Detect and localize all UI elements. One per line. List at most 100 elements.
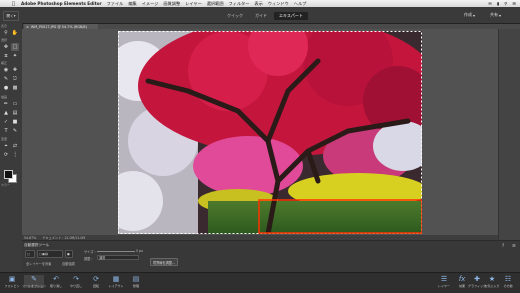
menu-help[interactable]: ヘルプ — [294, 1, 307, 7]
menu-file[interactable]: ファイル — [107, 1, 124, 7]
document-tab[interactable]: × WM_P0017.JPG @ 54.7% (RGB/8) — [24, 24, 98, 29]
crop-tool-icon[interactable]: ⌖ — [2, 142, 10, 150]
tab-guided[interactable]: ガイド — [250, 12, 272, 20]
section-view: 表示 — [1, 24, 8, 28]
app-name-menu[interactable]: Adobe Photoshop Elements Editor — [21, 1, 102, 6]
sponge-tool-icon[interactable]: ▩ — [11, 84, 19, 92]
clone-stamp-tool-icon[interactable]: ⎋ — [11, 75, 19, 83]
brush-tool-icon[interactable]: ✏ — [2, 100, 10, 108]
spot-heal-tool-icon[interactable]: ✚ — [11, 66, 19, 74]
layers-icon: ☰ — [440, 275, 448, 283]
rotate-button[interactable]: ⟳ 回転 — [86, 275, 106, 288]
document-title: WM_P0017.JPG @ 54.7% (RGB/8) — [30, 24, 87, 29]
menu-view[interactable]: 表示 — [254, 1, 262, 7]
redo-icon: ↷ — [73, 275, 79, 283]
new-selection-icon[interactable]: □ — [25, 250, 35, 258]
create-button[interactable]: 作成 ▾ — [464, 11, 484, 19]
chevron-down-icon: ▾ — [13, 14, 16, 18]
mode-tabs: クイック ガイド エキスパート — [222, 12, 308, 20]
wifi-icon[interactable]: ☵ — [488, 1, 492, 6]
create-label: 作成 — [464, 12, 472, 17]
smart-brush-tool-icon[interactable]: ✎ — [2, 75, 10, 83]
menu-select[interactable]: 選択範囲 — [207, 1, 224, 7]
tab-expert[interactable]: エキスパート — [274, 12, 308, 20]
tool-options-label: ツールオプション — [22, 284, 47, 288]
menu-enhance[interactable]: 画質調整 — [163, 1, 180, 7]
eye-tool-icon[interactable]: ◉ — [2, 66, 10, 74]
menu-edit[interactable]: 編集 — [128, 1, 136, 7]
undo-icon: ↶ — [53, 275, 59, 283]
sample-all-layers-label[interactable]: 全レイヤーを対象 — [26, 261, 51, 266]
chevron-down-icon: ▾ — [499, 12, 502, 18]
straighten-tool-icon[interactable]: ┊ — [11, 151, 19, 159]
size-slider[interactable] — [97, 251, 135, 252]
section-modify: 変更 — [1, 137, 8, 141]
photo-canvas[interactable] — [118, 31, 422, 234]
fx-icon: fx — [458, 275, 466, 283]
layout-icon: ▦ — [112, 275, 120, 283]
lasso-tool-icon[interactable]: ⧖ — [2, 52, 10, 60]
tool-options-panel: 自動選択ツール □ □▣▤ ● 全レイヤーを対象 自動強調 サイズ : 5 px… — [22, 240, 520, 273]
size-value[interactable]: 5 px — [136, 249, 143, 253]
blur-tool-icon[interactable]: ● — [2, 84, 10, 92]
size-label: サイズ : — [84, 250, 96, 254]
content-move-tool-icon[interactable]: ⟳ — [2, 151, 10, 159]
mode-bar: 開く ▾ クイック ガイド エキスパート 作成 ▾ 共有 ▾ — [0, 7, 520, 24]
layout-button[interactable]: ▦ レイアウト — [106, 275, 126, 288]
tool-options-button[interactable]: ✎ ツールオプション — [22, 275, 47, 288]
photo-bin-icon: ▣ — [8, 275, 16, 283]
apple-icon[interactable]:  — [12, 1, 15, 7]
selection-mode-buttons[interactable]: □▣▤ — [37, 250, 63, 258]
panel-menu-icon[interactable]: ☰ — [512, 243, 516, 248]
brush-preset-icon[interactable]: ● — [65, 250, 73, 258]
auto-enhance-label[interactable]: 自動強調 — [62, 261, 75, 266]
type-tool-icon[interactable]: T — [2, 127, 10, 135]
refine-edge-button[interactable]: 境界線を調整... — [150, 258, 178, 266]
hand-tool-icon[interactable]: ✋ — [11, 29, 19, 37]
refine-edge-label: 境界線を調整... — [152, 260, 176, 265]
battery-icon[interactable]: ▮ — [497, 1, 499, 6]
tab-quick[interactable]: クイック — [222, 12, 248, 20]
undo-button[interactable]: ↶ 取り消し — [46, 275, 66, 288]
chevron-down-icon: ▾ — [473, 12, 476, 18]
gradient-tool-icon[interactable]: ▤ — [11, 109, 19, 117]
mode-select[interactable]: 通常 — [97, 255, 139, 260]
move-tool-icon[interactable]: ✥ — [2, 43, 10, 51]
menu-window[interactable]: ウィンドウ — [268, 1, 289, 7]
photo-bin-button[interactable]: ▣ フォトビン — [2, 275, 22, 288]
effects-label: 効果 — [458, 284, 465, 288]
help-icon[interactable]: ? — [502, 243, 504, 248]
menu-image[interactable]: イメージ — [142, 1, 159, 7]
menu-list-icon[interactable]: ☰ — [512, 1, 516, 6]
pencil-tool-icon[interactable]: ✎ — [11, 127, 19, 135]
menu-layer[interactable]: レイヤー — [185, 1, 202, 7]
paint-bucket-tool-icon[interactable]: ▲ — [2, 109, 10, 117]
layers-button[interactable]: ☰ レイヤー — [434, 275, 454, 288]
eraser-tool-icon[interactable]: ▭ — [11, 100, 19, 108]
task-bar: ▣ フォトビン ✎ ツールオプション ↶ 取り消し ↷ やり直し ⟳ 回転 ▦ … — [0, 272, 520, 293]
organizer-icon: ▤ — [132, 275, 140, 283]
menu-filter[interactable]: フィルター — [229, 1, 250, 7]
share-button[interactable]: 共有 ▾ — [490, 11, 516, 19]
more-icon: ☷ — [504, 275, 512, 283]
layout-label: レイアウト — [108, 284, 124, 288]
foreground-color-swatch[interactable] — [4, 170, 13, 179]
zoom-tool-icon[interactable]: ⚲ — [2, 29, 10, 37]
marquee-tool-icon[interactable]: □ — [11, 43, 19, 51]
section-color: カラー — [1, 183, 11, 187]
open-button[interactable]: 開く ▾ — [3, 11, 19, 21]
section-enhance: 補正 — [1, 61, 8, 65]
layers-label: レイヤー — [438, 284, 450, 288]
redo-button[interactable]: ↷ やり直し — [66, 275, 86, 288]
rotate-icon: ⟳ — [93, 275, 99, 283]
zoom-readout[interactable]: 54.67% — [24, 236, 36, 240]
recompose-tool-icon[interactable]: ⇄ — [11, 142, 19, 150]
panel-bin — [498, 29, 520, 240]
quick-select-tool-icon[interactable]: ✦ — [11, 52, 19, 60]
search-icon[interactable]: ⚲ — [504, 1, 507, 6]
shape-tool-icon[interactable]: ■ — [11, 118, 19, 126]
more-button[interactable]: ☷ その他 — [498, 275, 518, 288]
organizer-button[interactable]: ▤ 整理 — [126, 275, 146, 288]
close-icon[interactable]: × — [26, 25, 29, 29]
eyedropper-tool-icon[interactable]: ✓ — [2, 118, 10, 126]
